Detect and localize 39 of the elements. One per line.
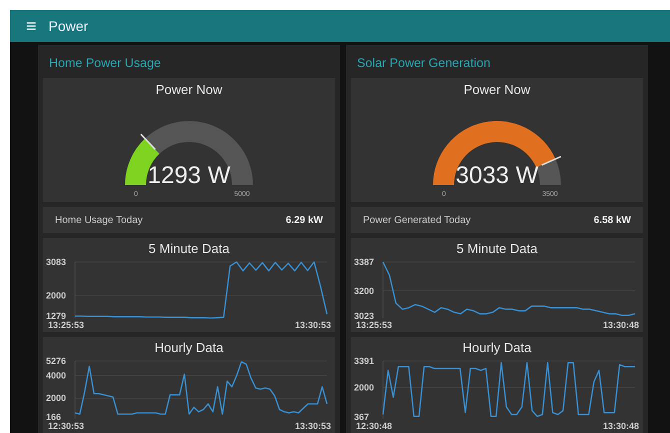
y-tick-label: 4000: [46, 370, 66, 380]
gauge-reading: 1293 W: [148, 162, 230, 189]
x-axis-start-label: 12:30:48: [356, 421, 392, 431]
menu-icon[interactable]: ≡: [26, 17, 37, 35]
page-title: Power: [48, 18, 88, 34]
x-axis-end-label: 13:30:48: [602, 421, 639, 431]
x-axis-start-label: 12:30:53: [48, 421, 84, 431]
gauge-needle: [140, 134, 156, 150]
gauge-reading: 3033 W: [456, 162, 538, 189]
stat-label: Home Usage Today: [55, 214, 143, 226]
chart-title: 5 Minute Data: [456, 241, 538, 256]
x-axis-end-label: 13:30:53: [294, 320, 331, 330]
x-axis-end-label: 13:30:53: [294, 421, 331, 431]
y-tick-label: 3200: [354, 286, 374, 296]
group-title: Solar Power Generation: [356, 55, 492, 72]
gauge-title: Power Now: [156, 82, 222, 97]
y-tick-label: 367: [354, 412, 370, 422]
stat-value: 6.29 kW: [286, 214, 323, 226]
x-axis-start-label: 13:25:53: [48, 320, 84, 330]
chart-title: 5 Minute Data: [148, 241, 230, 256]
chart-title: Hourly Data: [462, 340, 532, 355]
y-tick-label: 2000: [46, 290, 66, 301]
x-axis-end-label: 13:30:48: [602, 320, 639, 330]
stat-value: 6.58 kW: [594, 214, 631, 226]
y-tick-label: 2000: [46, 393, 66, 404]
y-tick-label: 1279: [46, 311, 66, 321]
y-tick-label: 3083: [46, 257, 66, 267]
chart-title: Hourly Data: [154, 340, 224, 355]
y-tick-label: 3387: [354, 257, 374, 267]
stat-label: Power Generated Today: [363, 214, 471, 226]
group-title: Home Power Usage: [48, 55, 162, 72]
gauge-needle: [541, 156, 562, 166]
gauge-title: Power Now: [464, 82, 530, 97]
y-tick-label: 2000: [354, 382, 374, 393]
x-axis-start-label: 13:25:53: [356, 320, 392, 330]
y-tick-label: 3391: [354, 356, 374, 366]
y-tick-label: 5276: [46, 356, 66, 366]
y-tick-label: 166: [46, 412, 62, 422]
y-tick-label: 3023: [354, 311, 374, 321]
